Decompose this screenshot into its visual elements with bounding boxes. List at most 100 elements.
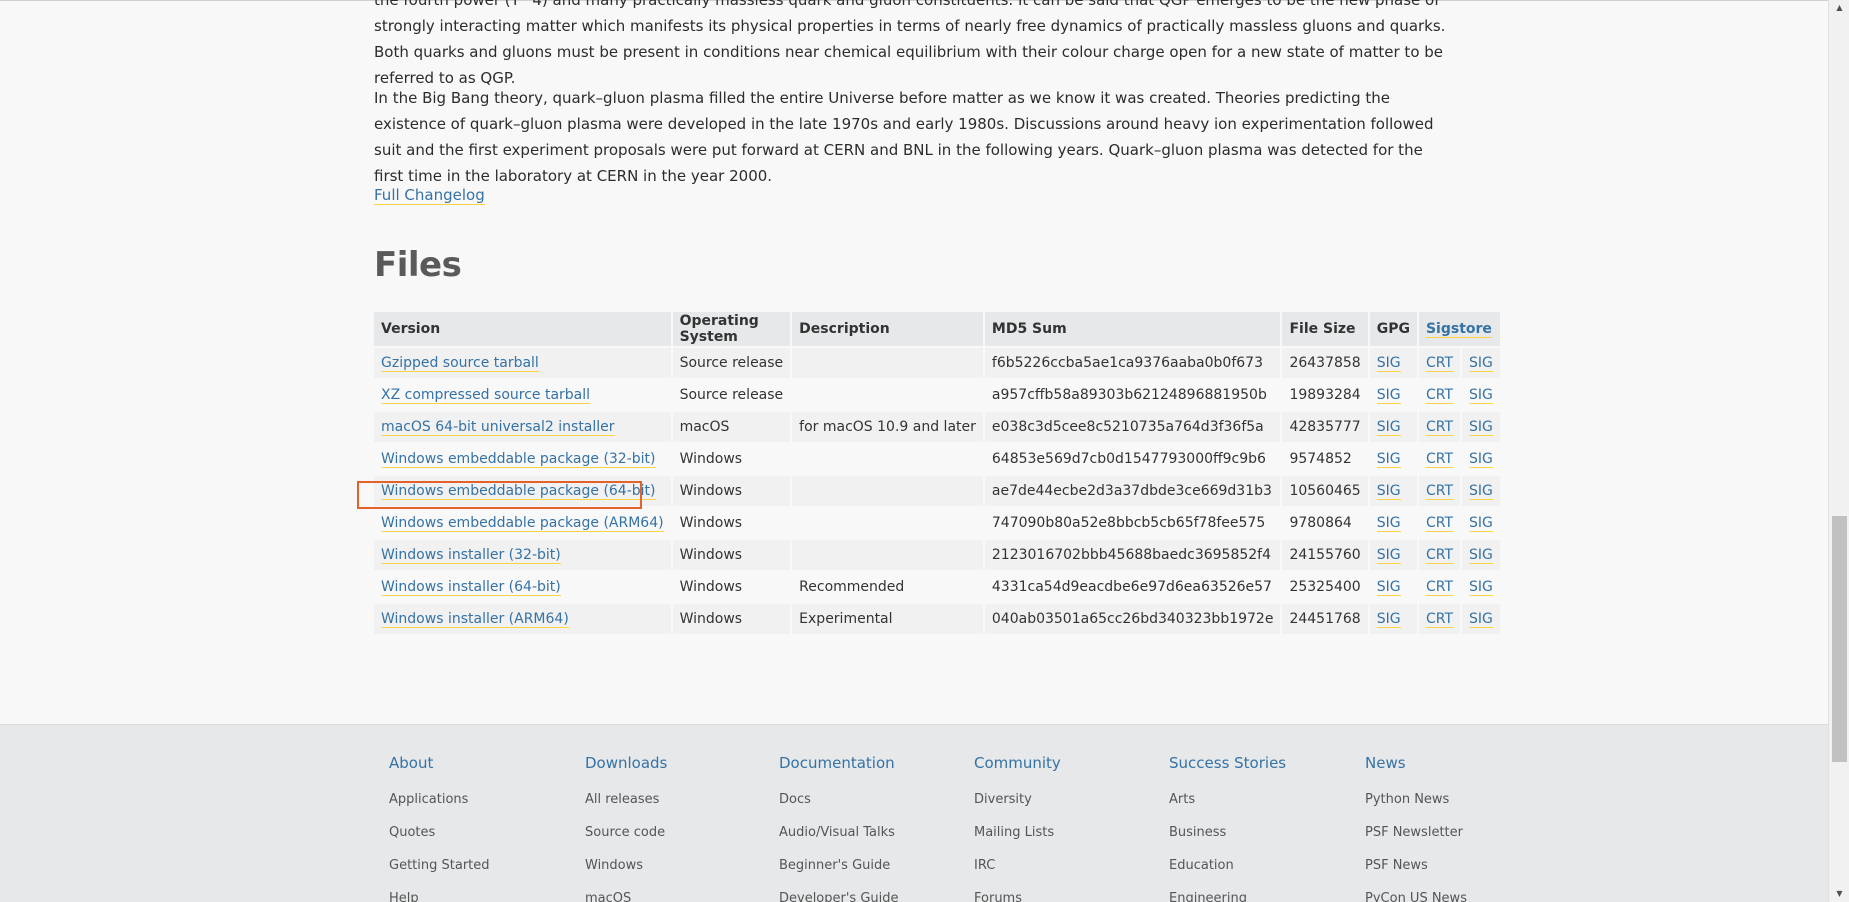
table-cell: 2123016702bbb45688baedc3695852f4 [984, 538, 1283, 570]
gpg-sig-link[interactable]: SIG [1376, 355, 1401, 372]
footer-link[interactable]: Docs [779, 783, 959, 816]
table-cell: Windows [672, 474, 793, 506]
gpg-sig-link[interactable]: SIG [1376, 451, 1401, 468]
table-row: Windows embeddable package (ARM64) Window… [374, 506, 1502, 538]
sigstore-sig-link[interactable]: SIG [1469, 355, 1493, 372]
site-footer: About Applications Quotes Getting Started He… [0, 724, 1828, 902]
file-version-link[interactable]: Windows embeddable package (32-bit) [381, 451, 656, 468]
footer-link[interactable]: Mailing Lists [974, 816, 1154, 849]
sigstore-crt-link[interactable]: CRT [1425, 483, 1454, 500]
footer-link[interactable]: All releases [585, 783, 765, 816]
col-sigstore[interactable]: Sigstore [1418, 312, 1502, 346]
gpg-sig-link[interactable]: SIG [1376, 387, 1401, 404]
full-changelog-link[interactable]: Full Changelog [374, 186, 485, 205]
sigstore-sig-link[interactable]: SIG [1469, 579, 1493, 596]
sigstore-sig-link[interactable]: SIG [1469, 451, 1493, 468]
file-size: 24155760 [1289, 547, 1361, 563]
table-cell: Windows [672, 506, 793, 538]
file-description: Experimental [799, 611, 893, 627]
footer-link[interactable]: Engineering [1169, 882, 1349, 902]
article-paragraph: In the Big Bang theory, quark–gluon plas… [374, 89, 1434, 185]
table-cell: SIG [1462, 506, 1502, 538]
sigstore-link[interactable]: Sigstore [1425, 321, 1492, 338]
footer-column-title[interactable]: News [1365, 751, 1545, 775]
file-version-link[interactable]: XZ compressed source tarball [381, 387, 591, 404]
table-cell: SIG [1462, 570, 1502, 602]
footer-link[interactable]: Source code [585, 816, 765, 849]
footer-column-title[interactable]: About [389, 751, 569, 775]
table-row: macOS 64-bit universal2 installer macOS fo… [374, 410, 1502, 442]
gpg-sig-link[interactable]: SIG [1376, 515, 1401, 532]
scrollbar-thumb[interactable] [1832, 516, 1847, 762]
footer-link[interactable]: Diversity [974, 783, 1154, 816]
footer-link[interactable]: Quotes [389, 816, 569, 849]
footer-link[interactable]: Developer's Guide [779, 882, 959, 902]
sigstore-sig-link[interactable]: SIG [1469, 483, 1493, 500]
gpg-sig-link[interactable]: SIG [1376, 483, 1401, 500]
footer-link[interactable]: Windows [585, 849, 765, 882]
sigstore-sig-link[interactable]: SIG [1469, 515, 1493, 532]
sigstore-sig-link[interactable]: SIG [1469, 419, 1493, 436]
table-cell: 10560465 [1282, 474, 1370, 506]
col-os: Operating System [672, 312, 793, 346]
gpg-sig-link[interactable]: SIG [1376, 611, 1401, 628]
sigstore-crt-link[interactable]: CRT [1425, 547, 1454, 564]
sigstore-crt-link[interactable]: CRT [1425, 579, 1454, 596]
file-size: 24451768 [1289, 611, 1361, 627]
footer-link[interactable]: Beginner's Guide [779, 849, 959, 882]
file-version-link[interactable]: macOS 64-bit universal2 installer [381, 419, 615, 436]
table-cell: SIG [1462, 410, 1502, 442]
sigstore-crt-link[interactable]: CRT [1425, 387, 1454, 404]
scroll-down-arrow-icon[interactable]: ▼ [1829, 886, 1849, 902]
sigstore-sig-link[interactable]: SIG [1469, 387, 1493, 404]
table-cell: macOS 64-bit universal2 installer [374, 410, 673, 442]
sigstore-sig-link[interactable]: SIG [1469, 547, 1493, 564]
sigstore-crt-link[interactable]: CRT [1425, 515, 1454, 532]
footer-link[interactable]: Forums [974, 882, 1154, 902]
footer-column-title[interactable]: Downloads [585, 751, 765, 775]
sigstore-crt-link[interactable]: CRT [1425, 419, 1454, 436]
footer-column: Downloads All releases Source code Windows m… [585, 751, 765, 902]
table-row: Windows embeddable package (64-bit) Windo… [374, 474, 1502, 506]
footer-link[interactable]: Arts [1169, 783, 1349, 816]
gpg-sig-link[interactable]: SIG [1376, 419, 1401, 436]
footer-column: News Python News PSF Newsletter PSF News PyC… [1365, 751, 1545, 902]
sigstore-crt-link[interactable]: CRT [1425, 451, 1454, 468]
footer-link[interactable]: Getting Started [389, 849, 569, 882]
table-cell: Windows [672, 538, 793, 570]
footer-link[interactable]: Help [389, 882, 569, 902]
footer-link[interactable]: PyCon US News [1365, 882, 1545, 902]
gpg-sig-link[interactable]: SIG [1376, 579, 1401, 596]
table-cell: 9780864 [1282, 506, 1370, 538]
table-cell: Windows embeddable package (64-bit) [374, 474, 673, 506]
sigstore-crt-link[interactable]: CRT [1425, 611, 1454, 628]
file-version-link[interactable]: Windows embeddable package (ARM64) [381, 515, 664, 532]
file-version-link[interactable]: Windows embeddable package (64-bit) [381, 483, 656, 500]
footer-column-title[interactable]: Success Stories [1169, 751, 1349, 775]
file-version-link[interactable]: Gzipped source tarball [381, 355, 539, 372]
sigstore-crt-link[interactable]: CRT [1425, 355, 1454, 372]
footer-link[interactable]: Python News [1365, 783, 1545, 816]
footer-column-title[interactable]: Documentation [779, 751, 959, 775]
file-version-link[interactable]: Windows installer (ARM64) [381, 611, 569, 628]
file-version-link[interactable]: Windows installer (32-bit) [381, 547, 561, 564]
footer-link[interactable]: PSF News [1365, 849, 1545, 882]
footer-link[interactable]: Applications [389, 783, 569, 816]
gpg-sig-link[interactable]: SIG [1376, 547, 1401, 564]
table-cell: SIG [1369, 570, 1419, 602]
footer-column-title[interactable]: Community [974, 751, 1154, 775]
table-cell: 9574852 [1282, 442, 1370, 474]
table-cell: CRT [1418, 474, 1463, 506]
vertical-scrollbar[interactable]: ▲ ▼ [1828, 0, 1849, 902]
footer-link[interactable]: Education [1169, 849, 1349, 882]
scroll-up-arrow-icon[interactable]: ▲ [1829, 0, 1849, 16]
article-paragraph: the fourth power (T^4) and many practica… [374, 0, 1446, 87]
footer-link[interactable]: macOS [585, 882, 765, 902]
footer-link[interactable]: Audio/Visual Talks [779, 816, 959, 849]
footer-link[interactable]: Business [1169, 816, 1349, 849]
footer-link[interactable]: PSF Newsletter [1365, 816, 1545, 849]
table-cell: e038c3d5cee8c5210735a764d3f36f5a [984, 410, 1283, 442]
footer-link[interactable]: IRC [974, 849, 1154, 882]
file-version-link[interactable]: Windows installer (64-bit) [381, 579, 561, 596]
sigstore-sig-link[interactable]: SIG [1469, 611, 1493, 628]
